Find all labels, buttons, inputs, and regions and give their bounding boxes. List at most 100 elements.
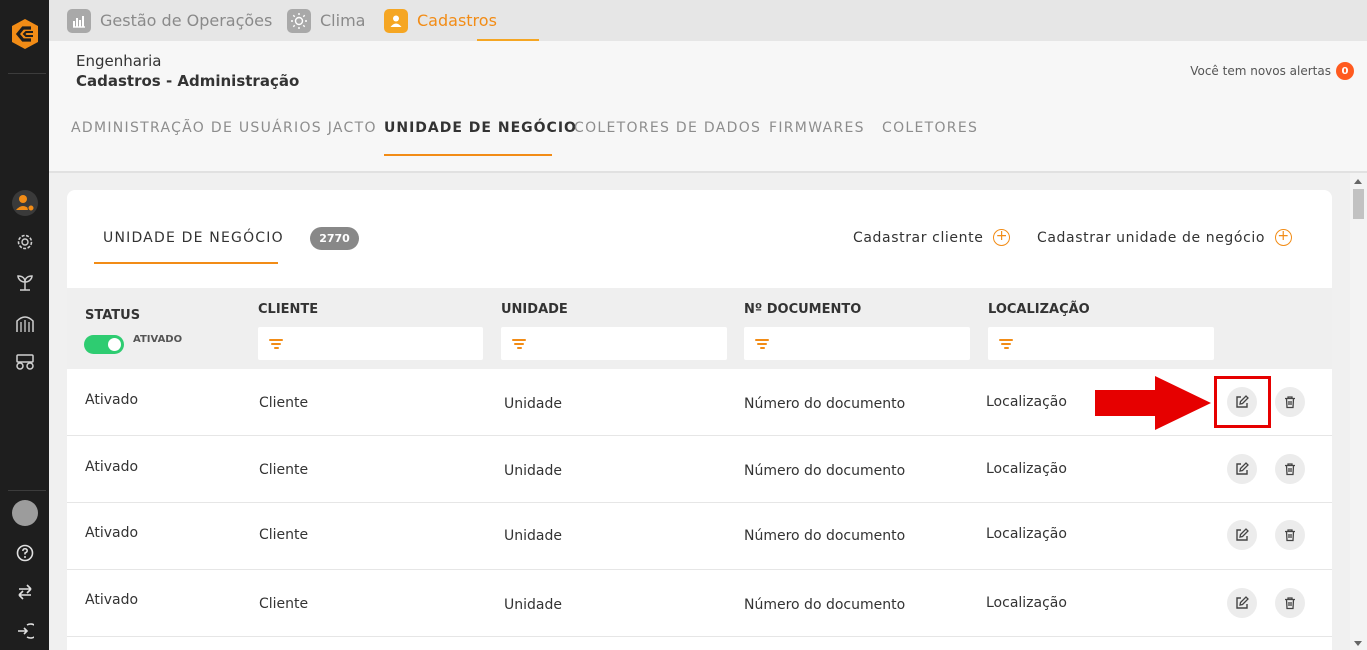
add-business-unit-button[interactable]: Cadastrar unidade de negócio + bbox=[1037, 229, 1293, 246]
add-client-button[interactable]: Cadastrar cliente + bbox=[853, 229, 1011, 246]
tab-data-collectors[interactable]: COLETORES DE DADOS bbox=[574, 120, 761, 136]
client-cell: Cliente bbox=[259, 462, 309, 478]
sidebar-divider bbox=[8, 490, 46, 491]
chart-icon bbox=[67, 8, 91, 33]
trash-icon bbox=[1285, 597, 1295, 610]
delete-button[interactable] bbox=[1275, 454, 1305, 484]
table-row: Ativado Cliente Unidade Número do docume… bbox=[67, 503, 1332, 570]
sidebar-item-farm[interactable] bbox=[11, 309, 39, 337]
document-cell: Número do documento bbox=[744, 396, 906, 412]
scroll-up-icon[interactable] bbox=[1354, 179, 1362, 184]
gear-icon bbox=[17, 234, 33, 250]
app-tabs: Gestão de Operações Clima Cadastros bbox=[49, 0, 1367, 41]
sidebar-item-switch[interactable] bbox=[11, 578, 39, 606]
column-header-document: Nº DOCUMENTO bbox=[744, 302, 862, 317]
alerts-count-badge: 0 bbox=[1336, 62, 1354, 80]
unit-filter-input[interactable] bbox=[501, 327, 727, 360]
document-filter-input[interactable] bbox=[744, 327, 970, 360]
delete-button[interactable] bbox=[1275, 520, 1305, 550]
sidebar-item-user-admin[interactable] bbox=[11, 189, 39, 217]
page-header: Engenharia Cadastros - Administração Voc… bbox=[49, 41, 1367, 173]
tab-collectors[interactable]: COLETORES bbox=[882, 120, 978, 136]
scroll-thumb[interactable] bbox=[1353, 189, 1364, 219]
sidebar-item-help[interactable] bbox=[11, 539, 39, 567]
silo-icon bbox=[16, 316, 34, 332]
tab-business-unit[interactable]: UNIDADE DE NEGÓCIO bbox=[384, 120, 577, 136]
app-tab-operations[interactable]: Gestão de Operações bbox=[67, 0, 272, 41]
department-label: Engenharia bbox=[76, 52, 162, 70]
unit-cell: Unidade bbox=[504, 396, 562, 412]
edit-icon bbox=[1236, 596, 1249, 609]
filter-icon bbox=[998, 338, 1014, 349]
add-unit-label: Cadastrar unidade de negócio bbox=[1037, 229, 1266, 246]
alerts-indicator[interactable]: Você tem novos alertas 0 bbox=[1190, 62, 1354, 80]
trash-icon bbox=[1285, 396, 1295, 409]
card-tab-indicator bbox=[94, 262, 278, 264]
card-tab-business-unit[interactable]: UNIDADE DE NEGÓCIO bbox=[103, 230, 284, 246]
trash-icon bbox=[1285, 529, 1295, 542]
column-header-unit: UNIDADE bbox=[501, 302, 568, 317]
sprout-icon bbox=[17, 275, 33, 291]
swap-arrows-icon bbox=[18, 584, 32, 600]
column-header-location: LOCALIZAÇÃO bbox=[988, 302, 1090, 317]
location-cell: Localização bbox=[986, 461, 1067, 477]
page-title: Cadastros - Administração bbox=[76, 72, 300, 90]
client-filter-input[interactable] bbox=[258, 327, 483, 360]
edit-button[interactable] bbox=[1227, 454, 1257, 484]
status-cell: Ativado bbox=[85, 592, 139, 608]
avatar[interactable] bbox=[12, 500, 38, 526]
sun-icon bbox=[287, 8, 311, 33]
document-cell: Número do documento bbox=[744, 463, 906, 479]
edit-button[interactable] bbox=[1227, 520, 1257, 550]
document-cell: Número do documento bbox=[744, 528, 906, 544]
sub-tab-active-indicator bbox=[384, 154, 552, 156]
scrollbar[interactable] bbox=[1350, 173, 1367, 650]
plus-circle-icon: + bbox=[993, 229, 1011, 246]
user-icon bbox=[384, 8, 408, 33]
red-arrow-annotation bbox=[1095, 376, 1211, 430]
delete-button[interactable] bbox=[1275, 588, 1305, 618]
highlight-box-annotation bbox=[1214, 376, 1271, 428]
app-tab-weather[interactable]: Clima bbox=[287, 0, 365, 41]
location-cell: Localização bbox=[986, 595, 1067, 611]
alerts-text: Você tem novos alertas bbox=[1190, 64, 1331, 78]
help-icon bbox=[16, 544, 34, 562]
location-cell: Localização bbox=[986, 394, 1067, 410]
document-cell: Número do documento bbox=[744, 597, 906, 613]
location-filter-input[interactable] bbox=[988, 327, 1214, 360]
status-cell: Ativado bbox=[85, 525, 139, 541]
unit-cell: Unidade bbox=[504, 597, 562, 613]
client-cell: Cliente bbox=[259, 527, 309, 543]
sidebar-item-settings[interactable] bbox=[11, 228, 39, 256]
filter-icon bbox=[754, 338, 770, 349]
column-header-client: CLIENTE bbox=[258, 302, 319, 317]
sidebar-item-crops[interactable] bbox=[11, 268, 39, 296]
status-cell: Ativado bbox=[85, 392, 139, 408]
tab-user-admin[interactable]: ADMINISTRAÇÃO DE USUÁRIOS JACTO bbox=[71, 120, 377, 136]
logout-icon bbox=[18, 623, 34, 639]
jacto-logo[interactable] bbox=[9, 18, 41, 50]
unit-cell: Unidade bbox=[504, 528, 562, 544]
table-header: STATUS ATIVADO CLIENTE UNIDADE Nº DOCUME… bbox=[67, 288, 1332, 369]
user-settings-icon bbox=[12, 190, 38, 216]
status-toggle[interactable] bbox=[84, 335, 124, 354]
sidebar-item-logout[interactable] bbox=[11, 617, 39, 645]
delete-button[interactable] bbox=[1275, 387, 1305, 417]
tab-firmwares[interactable]: FIRMWARES bbox=[769, 120, 865, 136]
edit-button[interactable] bbox=[1227, 588, 1257, 618]
add-client-label: Cadastrar cliente bbox=[853, 229, 984, 246]
status-cell: Ativado bbox=[85, 459, 139, 475]
scroll-down-icon[interactable] bbox=[1354, 641, 1362, 646]
unit-cell: Unidade bbox=[504, 463, 562, 479]
table-row: Ativado Cliente Unidade Número do docume… bbox=[67, 570, 1332, 637]
sidebar-divider bbox=[8, 73, 46, 74]
table-row: Ativado Cliente Unidade Número do docume… bbox=[67, 436, 1332, 503]
app-tab-registrations[interactable]: Cadastros bbox=[384, 0, 497, 41]
plus-circle-icon: + bbox=[1275, 229, 1293, 246]
sidebar-item-machines[interactable] bbox=[11, 347, 39, 375]
tractor-icon bbox=[16, 354, 34, 370]
status-toggle-label: ATIVADO bbox=[133, 334, 183, 345]
app-tab-label: Clima bbox=[320, 11, 366, 30]
filter-icon bbox=[511, 338, 527, 349]
client-cell: Cliente bbox=[259, 395, 309, 411]
